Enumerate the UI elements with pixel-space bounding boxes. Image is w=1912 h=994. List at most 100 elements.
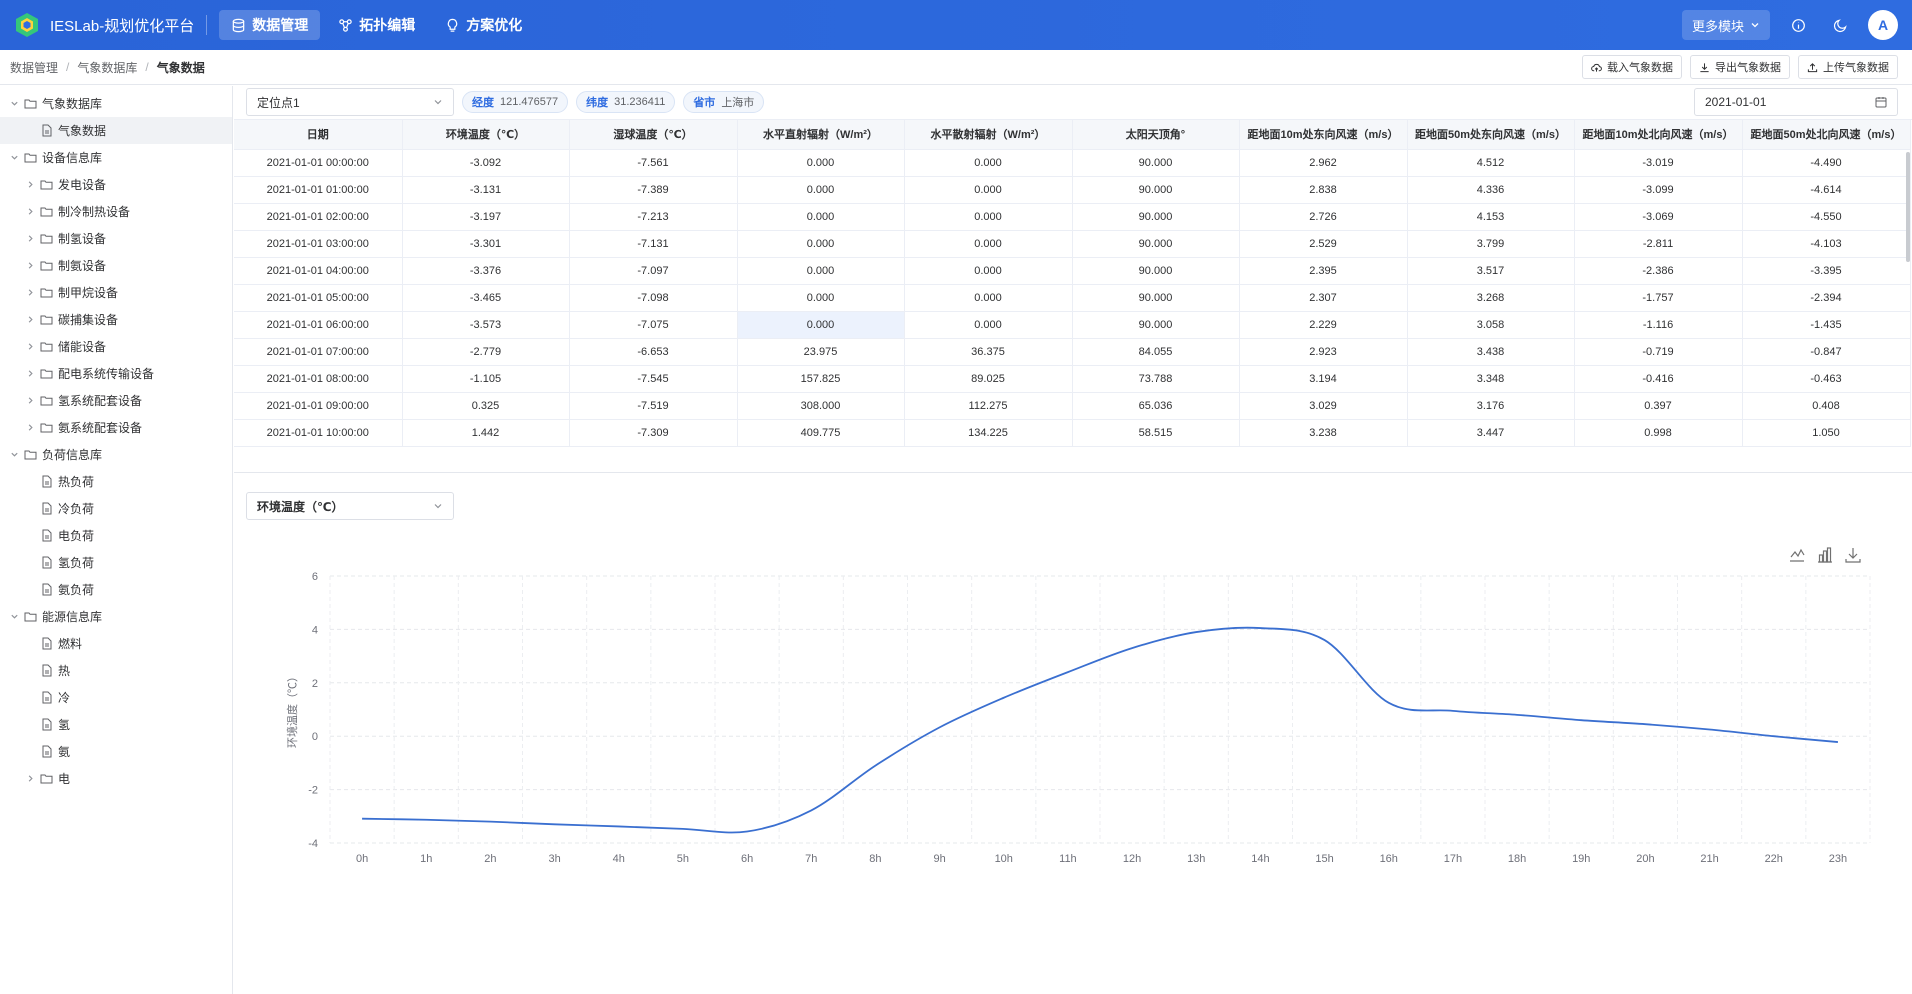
x-tick-label: 3h (548, 853, 560, 865)
sidebar-item-label: 发电设备 (58, 178, 107, 192)
sidebar-item-label: 氨系统配套设备 (58, 421, 143, 435)
sidebar-item-label: 电负荷 (58, 529, 95, 543)
sidebar-tree: 气象数据库气象数据 设备信息库发电设备制冷制热设备制氢设备制氨设备制甲烷设备碳捕集… (0, 86, 233, 994)
sidebar-item[interactable]: 氢负荷 (0, 549, 232, 576)
x-tick-label: 5h (677, 853, 689, 865)
sidebar-item-label: 配电系统传输设备 (58, 367, 155, 381)
breadcrumb-bar: 数据管理 / 气象数据库 / 气象数据 载入气象数据 导出气象数据 上传气象数据 (0, 50, 1912, 85)
main-content: 定位点1 经度 121.476577 纬度 31.236411 省市 上海市 2… (234, 86, 1912, 994)
folder-icon (40, 772, 53, 785)
sidebar-item-label: 冷 (58, 691, 71, 705)
chevron-down-icon[interactable] (8, 152, 20, 164)
y-tick-label: 2 (312, 678, 318, 690)
sidebar-item-label: 储能设备 (58, 340, 107, 354)
sidebar-item[interactable]: 氨 (0, 738, 232, 765)
chevron-right-icon[interactable] (24, 395, 36, 407)
sidebar-item[interactable]: 设备信息库 (0, 144, 232, 171)
x-tick-label: 8h (869, 853, 881, 865)
chevron-right-icon[interactable] (24, 179, 36, 191)
sidebar-item[interactable]: 制冷制热设备 (0, 198, 232, 225)
y-tick-label: -2 (308, 785, 318, 797)
sidebar-item[interactable]: 储能设备 (0, 333, 232, 360)
lightbulb-icon (447, 18, 458, 32)
chevron-right-icon[interactable] (24, 260, 36, 272)
sidebar-item[interactable]: 制甲烷设备 (0, 279, 232, 306)
x-tick-label: 21h (1700, 853, 1718, 865)
breadcrumb-current: 气象数据 (156, 60, 205, 75)
document-icon (40, 124, 53, 137)
sidebar-item[interactable]: 配电系统传输设备 (0, 360, 232, 387)
avatar[interactable]: A (1868, 10, 1898, 40)
sidebar-item[interactable]: 氢系统配套设备 (0, 387, 232, 414)
sidebar-item[interactable]: 电 (0, 765, 232, 792)
chevron-down-icon[interactable] (8, 611, 20, 623)
sidebar-item[interactable]: 冷负荷 (0, 495, 232, 522)
document-icon (40, 583, 53, 596)
chevron-down-icon[interactable] (8, 449, 20, 461)
chevron-right-icon[interactable] (24, 233, 36, 245)
nav-label: 数据管理 (252, 17, 309, 33)
breadcrumb-data-management[interactable]: 数据管理 (10, 59, 58, 76)
chevron-right-icon[interactable] (24, 773, 36, 785)
export-weather-button[interactable]: 导出气象数据 (1690, 55, 1790, 79)
sidebar-item-label: 制氨设备 (58, 259, 107, 273)
nav-plan-optimize[interactable]: 方案优化 (433, 10, 534, 40)
sidebar-item-label: 气象数据库 (42, 97, 103, 111)
chevron-right-icon[interactable] (24, 368, 36, 380)
x-tick-label: 7h (805, 853, 817, 865)
upload-icon (1807, 62, 1818, 72)
sidebar-item[interactable]: 碳捕集设备 (0, 306, 232, 333)
sidebar-item-label: 碳捕集设备 (58, 313, 119, 327)
y-axis-label: 环境温度（℃） (285, 671, 299, 748)
sidebar-item[interactable]: 热负荷 (0, 468, 232, 495)
load-weather-label: 载入气象数据 (1607, 62, 1673, 74)
sidebar-item[interactable]: 负荷信息库 (0, 441, 232, 468)
chevron-right-icon[interactable] (24, 287, 36, 299)
sidebar-item[interactable]: 氨系统配套设备 (0, 414, 232, 441)
sidebar-item[interactable]: 氢 (0, 711, 232, 738)
sidebar-item[interactable]: 氨负荷 (0, 576, 232, 603)
document-icon (40, 664, 53, 677)
sidebar-item[interactable]: 燃料 (0, 630, 232, 657)
sidebar-item[interactable]: 冷 (0, 684, 232, 711)
sidebar-item[interactable]: 气象数据库 (0, 90, 232, 117)
y-tick-label: 6 (312, 571, 318, 583)
sidebar-item[interactable]: 电负荷 (0, 522, 232, 549)
upload-weather-button[interactable]: 上传气象数据 (1798, 55, 1898, 79)
load-weather-button[interactable]: 载入气象数据 (1582, 55, 1682, 79)
info-icon (1791, 18, 1805, 32)
folder-icon (40, 286, 53, 299)
sidebar-item[interactable]: 发电设备 (0, 171, 232, 198)
chevron-right-icon[interactable] (24, 422, 36, 434)
chevron-down-icon[interactable] (8, 98, 20, 110)
chevron-right-icon[interactable] (24, 314, 36, 326)
chevron-right-icon[interactable] (24, 206, 36, 218)
nav-topology-edit[interactable]: 拓扑编辑 (326, 10, 427, 40)
sidebar-item-label: 制冷制热设备 (58, 205, 131, 219)
chevron-right-icon[interactable] (24, 341, 36, 353)
sidebar-item[interactable]: 热 (0, 657, 232, 684)
more-modules-button[interactable]: 更多模块 (1681, 10, 1770, 40)
theme-toggle-button[interactable] (1826, 11, 1854, 39)
sidebar-item-label: 热 (58, 664, 71, 678)
sidebar-item[interactable]: 制氨设备 (0, 252, 232, 279)
sidebar-item[interactable]: 制氢设备 (0, 225, 232, 252)
download-icon (1700, 62, 1709, 72)
sidebar-item-label: 氨 (58, 745, 71, 759)
folder-icon (24, 151, 37, 164)
nav-data-management[interactable]: 数据管理 (219, 10, 321, 40)
folder-icon (40, 394, 53, 407)
info-button[interactable] (1784, 11, 1812, 39)
sidebar-item[interactable]: 气象数据 (0, 117, 232, 144)
x-tick-label: 13h (1187, 853, 1205, 865)
x-tick-label: 16h (1380, 853, 1398, 865)
breadcrumb-weather-db[interactable]: 气象数据库 (77, 59, 137, 76)
sidebar-item[interactable]: 能源信息库 (0, 603, 232, 630)
